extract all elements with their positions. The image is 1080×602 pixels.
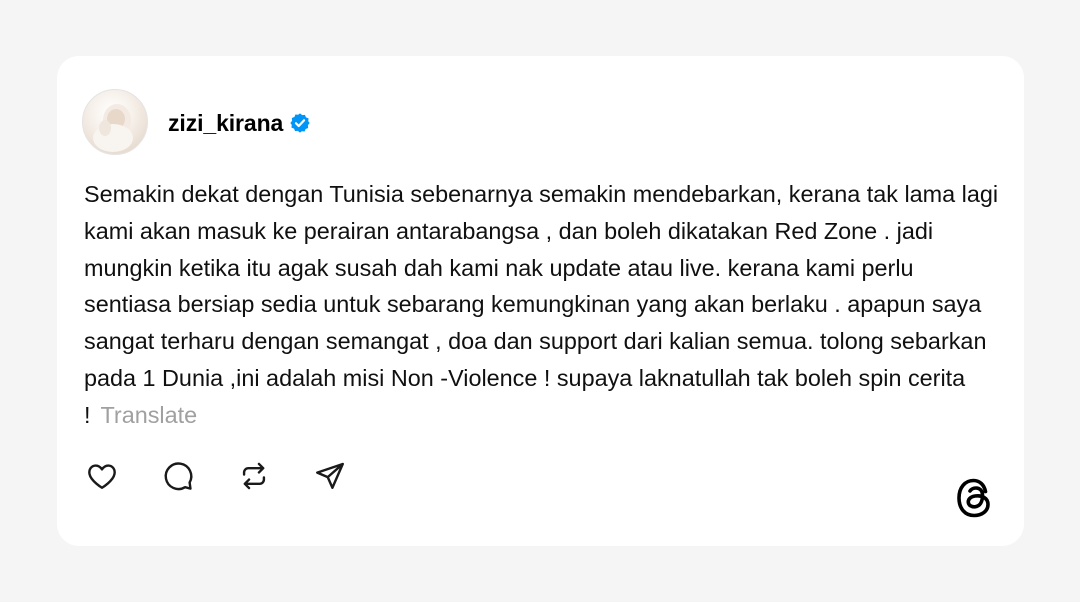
post-card: zizi_kirana Semakin dekat dengan Tunisia…: [57, 56, 1024, 546]
post-header: zizi_kirana: [168, 109, 311, 137]
username[interactable]: zizi_kirana: [168, 110, 283, 137]
post-text: Semakin dekat dengan Tunisia sebenarnya …: [84, 181, 999, 428]
share-button[interactable]: [312, 458, 348, 494]
like-button[interactable]: [84, 458, 120, 494]
repost-button[interactable]: [236, 458, 272, 494]
action-bar: [84, 458, 388, 494]
avatar-image: [93, 104, 133, 152]
threads-logo-icon: [955, 476, 995, 520]
verified-badge-icon: [289, 112, 311, 134]
repost-icon: [242, 462, 266, 490]
post-body: Semakin dekat dengan Tunisia sebenarnya …: [84, 176, 1004, 434]
heart-icon: [88, 464, 116, 489]
comment-button[interactable]: [160, 458, 196, 494]
comment-icon: [164, 462, 193, 491]
send-icon: [316, 462, 344, 489]
translate-link[interactable]: Translate: [101, 402, 198, 428]
avatar[interactable]: [82, 89, 148, 155]
